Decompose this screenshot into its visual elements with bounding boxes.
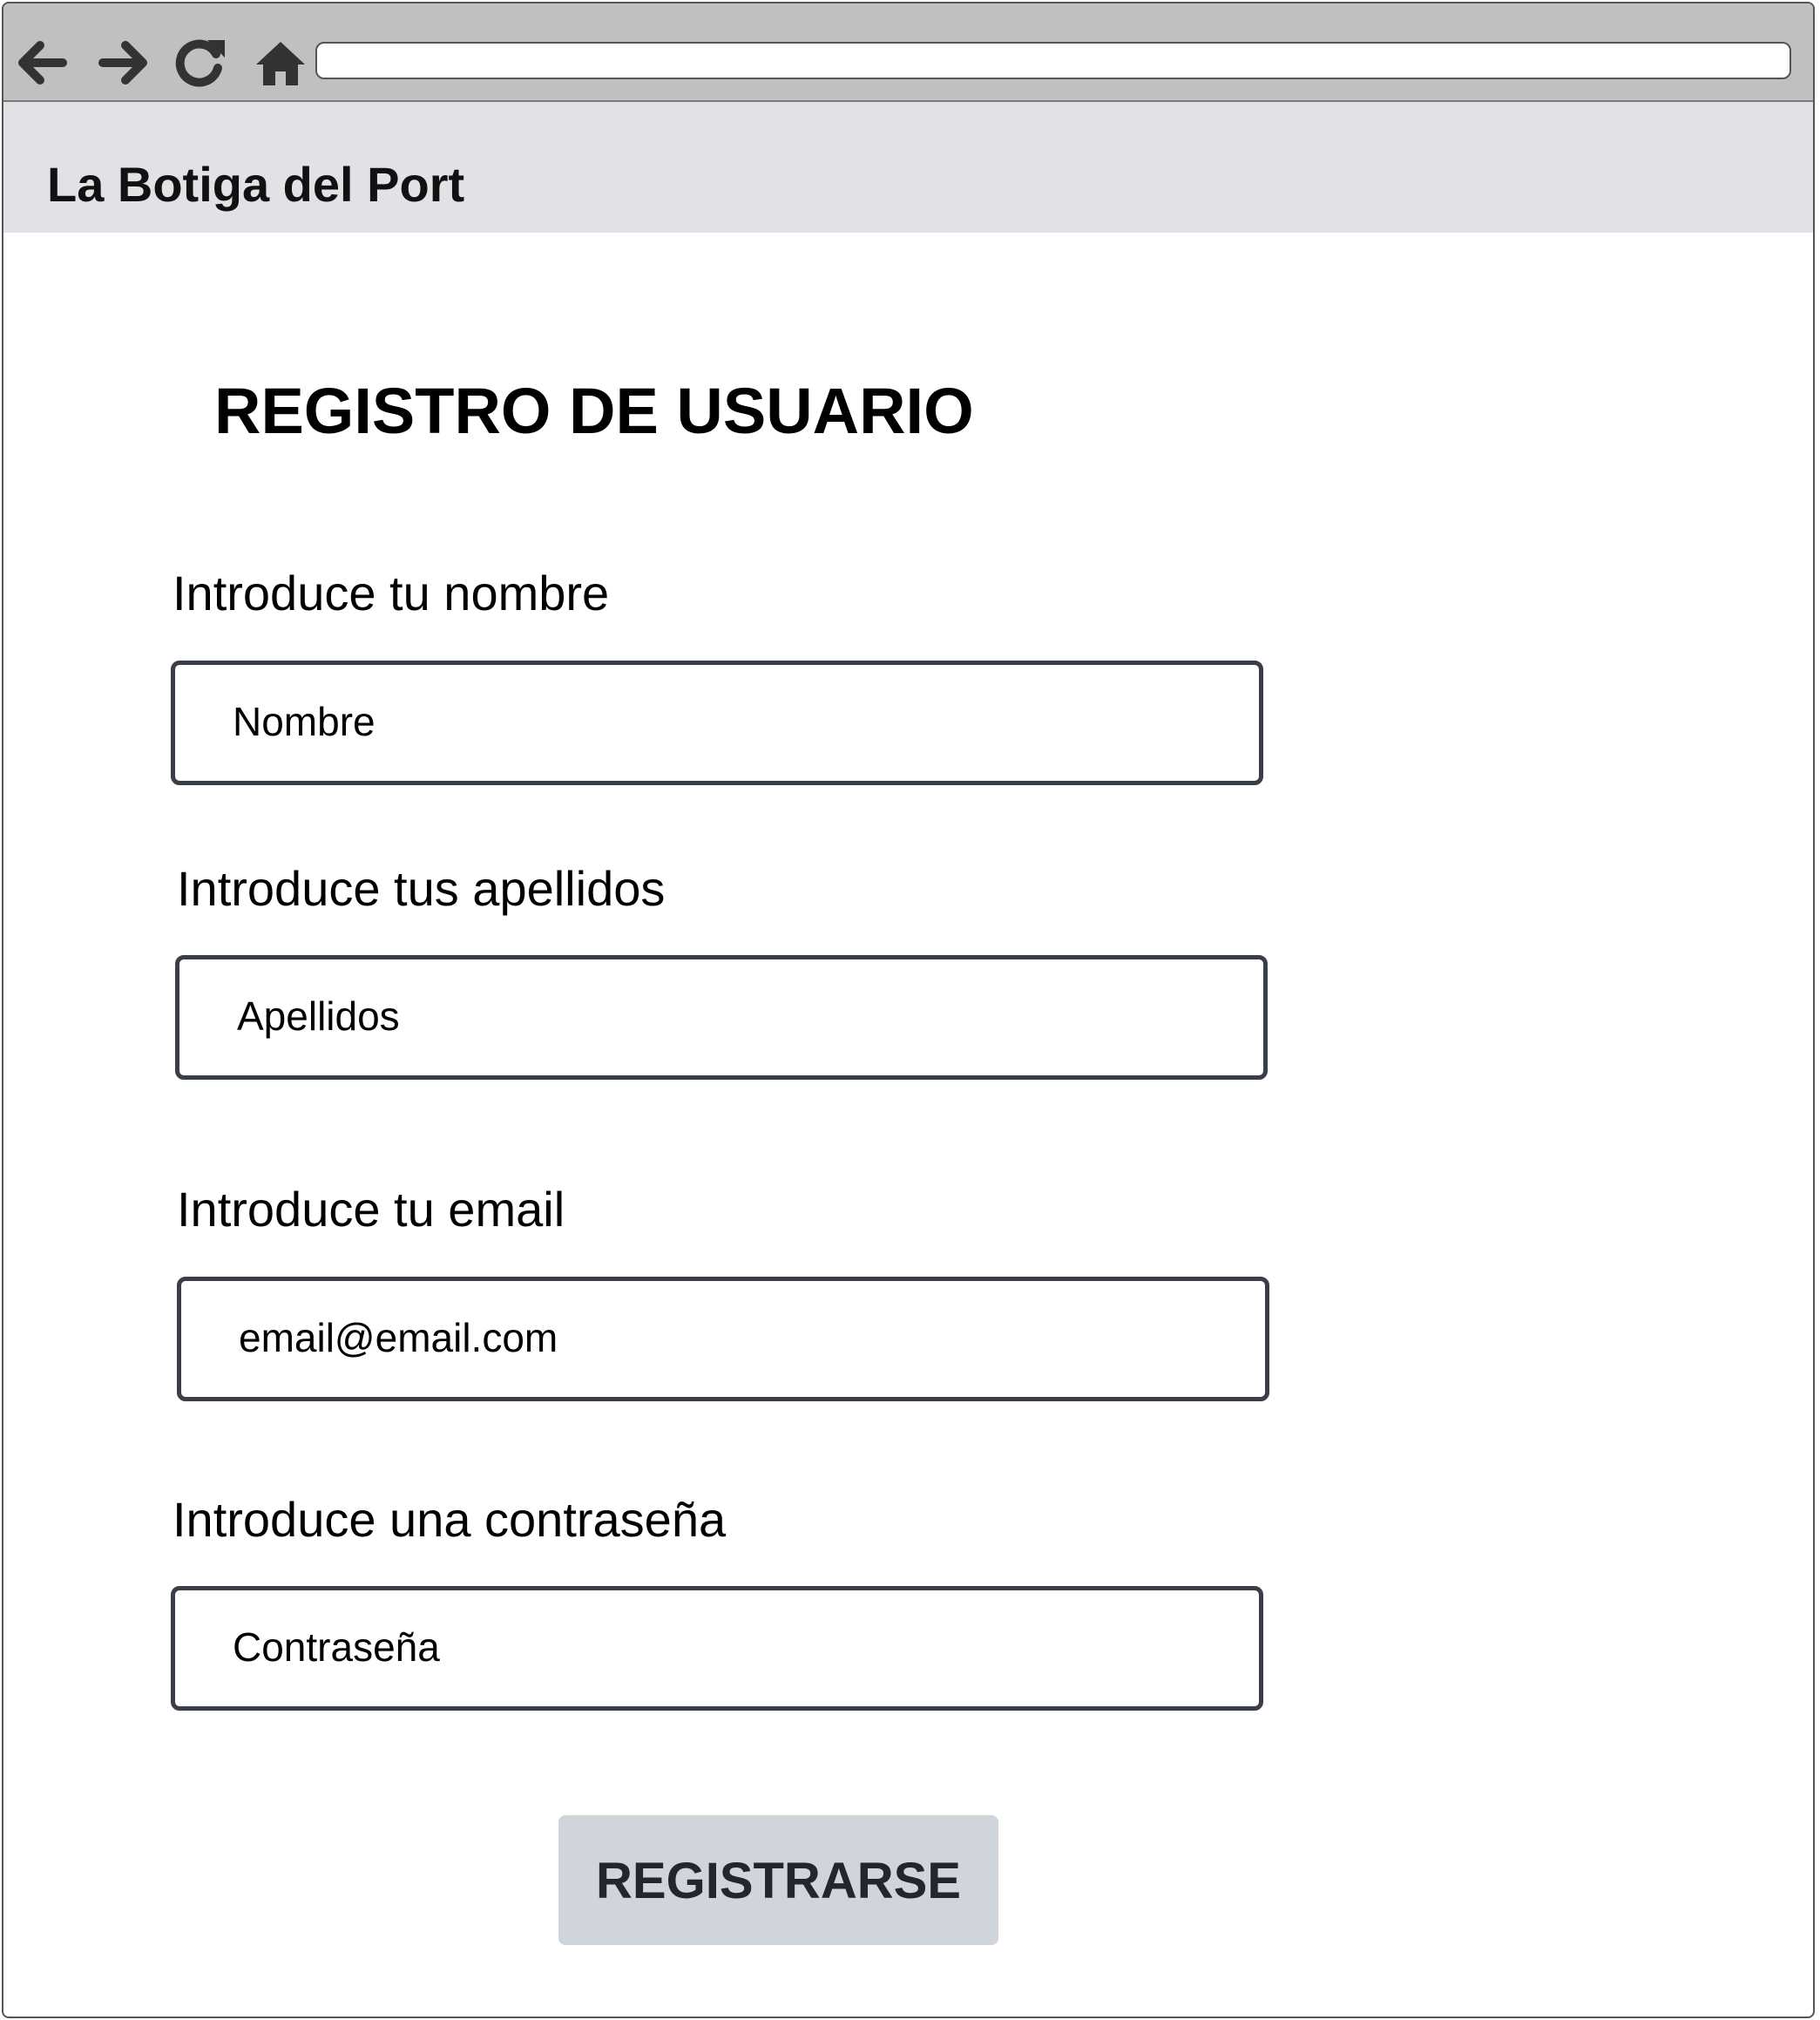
email-field-label: Introduce tu email bbox=[177, 1182, 565, 1237]
register-button[interactable]: REGISTRARSE bbox=[558, 1815, 998, 1945]
surname-field-label: Introduce tus apellidos bbox=[177, 861, 666, 916]
surname-input-placeholder: Apellidos bbox=[237, 993, 400, 1039]
surname-input[interactable]: Apellidos bbox=[175, 955, 1268, 1080]
reload-icon[interactable] bbox=[173, 35, 228, 91]
back-arrow-icon[interactable] bbox=[14, 35, 70, 91]
name-input[interactable]: Nombre bbox=[171, 661, 1263, 785]
email-input[interactable]: email@email.com bbox=[177, 1277, 1269, 1401]
forward-arrow-icon[interactable] bbox=[96, 35, 152, 91]
site-header: La Botiga del Port bbox=[3, 102, 1813, 233]
browser-toolbar bbox=[3, 3, 1813, 102]
address-bar[interactable] bbox=[315, 42, 1791, 79]
name-field-label: Introduce tu nombre bbox=[173, 566, 610, 620]
browser-window: La Botiga del Port REGISTRO DE USUARIO I… bbox=[2, 2, 1815, 2018]
page-title: REGISTRO DE USUARIO bbox=[214, 375, 974, 447]
site-title: La Botiga del Port bbox=[47, 157, 465, 212]
password-input-placeholder: Contraseña bbox=[233, 1624, 440, 1670]
password-input[interactable]: Contraseña bbox=[171, 1586, 1263, 1711]
email-input-placeholder: email@email.com bbox=[239, 1315, 558, 1360]
home-icon[interactable] bbox=[253, 35, 308, 91]
register-button-label: REGISTRARSE bbox=[596, 1853, 961, 1909]
password-field-label: Introduce una contraseña bbox=[173, 1492, 727, 1547]
name-input-placeholder: Nombre bbox=[233, 699, 376, 744]
